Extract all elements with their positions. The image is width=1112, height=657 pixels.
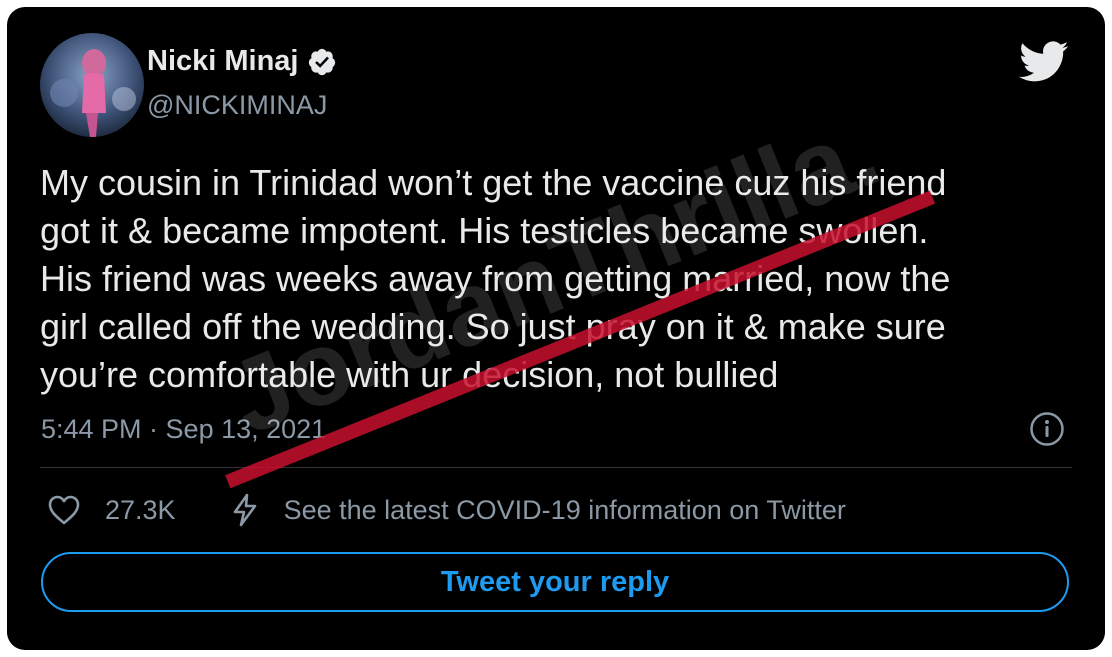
divider <box>40 467 1072 468</box>
likes-count[interactable]: 27.3K <box>105 495 176 526</box>
covid-info-link[interactable]: See the latest COVID-19 information on T… <box>284 495 846 526</box>
tweet-reply-button[interactable]: Tweet your reply <box>41 552 1069 612</box>
tweet-text: My cousin in Trinidad won’t get the vacc… <box>40 159 1080 399</box>
avatar[interactable] <box>40 33 144 137</box>
tweet-line: got it & became impotent. His testicles … <box>40 210 929 251</box>
verified-badge-icon <box>308 48 335 75</box>
info-icon[interactable] <box>1029 411 1065 447</box>
tweet-actions: 27.3K See the latest COVID-19 informatio… <box>47 493 846 527</box>
tweet-card: Nicki Minaj @NICKIMINAJ My cousin in Tri… <box>7 7 1105 650</box>
tweet-line: His friend was weeks away from getting m… <box>40 258 951 299</box>
heart-icon[interactable] <box>47 494 81 526</box>
author-name[interactable]: Nicki Minaj <box>147 45 337 78</box>
tweet-line: you’re comfortable with ur decision, not… <box>40 354 779 395</box>
bolt-icon <box>233 493 256 527</box>
tweet-line: My cousin in Trinidad won’t get the vacc… <box>40 162 947 203</box>
tweet-timestamp[interactable]: 5:44 PM · Sep 13, 2021 <box>41 414 326 445</box>
tweet-line: girl called off the wedding. So just pra… <box>40 306 946 347</box>
author-handle[interactable]: @NICKIMINAJ <box>147 90 327 121</box>
twitter-bird-icon[interactable] <box>1019 41 1069 83</box>
author-name-text: Nicki Minaj <box>147 45 299 77</box>
